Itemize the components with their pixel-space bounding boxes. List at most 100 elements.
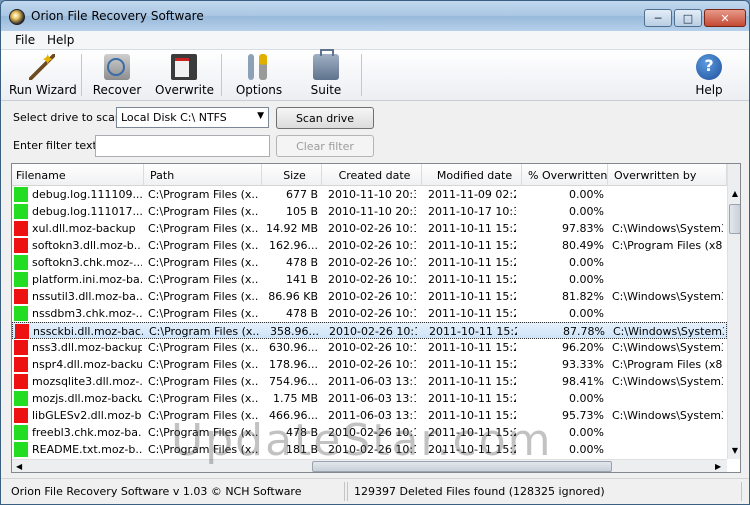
cell-overwritten: 98.41%	[562, 375, 604, 388]
cell-created: 2010-11-10 20:38	[328, 188, 416, 201]
recover-button[interactable]: Recover	[91, 52, 143, 99]
cell-size: 178.96...	[269, 358, 318, 371]
cell-modified: 2011-10-11 15:22	[429, 325, 517, 338]
cell-filename: nssckbi.dll.moz-bac...	[33, 325, 143, 338]
menu-file[interactable]: File	[15, 33, 35, 47]
cell-by: C:\Windows\System32	[612, 341, 723, 354]
status-square-icon	[14, 204, 28, 219]
cell-path: C:\Program Files (x...	[148, 256, 258, 269]
scroll-right-icon[interactable]: ▶	[711, 460, 727, 472]
table-row[interactable]: nssdbm3.chk.moz-... C:\Program Files (x..…	[12, 305, 727, 322]
table-row[interactable]: nspr4.dll.moz-backup C:\Program Files (x.…	[12, 356, 727, 373]
table-row[interactable]: nssutil3.dll.moz-ba... C:\Program Files (…	[12, 288, 727, 305]
cell-created: 2010-02-26 10:11	[328, 426, 416, 439]
table-row[interactable]: mozsqlite3.dll.moz-... C:\Program Files (…	[12, 373, 727, 390]
column-header-created[interactable]: Created date	[322, 164, 422, 186]
column-header-size[interactable]: Size	[262, 164, 322, 186]
cell-path: C:\Program Files (x...	[148, 358, 258, 371]
table-row[interactable]: platform.ini.moz-ba... C:\Program Files (…	[12, 271, 727, 288]
column-header-filename[interactable]: Filename	[12, 164, 144, 186]
scroll-left-icon[interactable]: ◀	[12, 460, 28, 472]
table-row[interactable]: softokn3.chk.moz-... C:\Program Files (x.…	[12, 254, 727, 271]
column-header-modified[interactable]: Modified date	[422, 164, 522, 186]
clear-filter-button[interactable]: Clear filter	[276, 135, 374, 157]
app-window: Orion File Recovery Software ─ □ ✕ File …	[0, 0, 750, 505]
cell-size: 358.96...	[270, 325, 319, 338]
app-icon[interactable]	[9, 9, 25, 25]
close-button[interactable]: ✕	[704, 9, 746, 27]
table-row[interactable]: debug.log.111017.... C:\Program Files (x.…	[12, 203, 727, 220]
cell-by: C:\Windows\System32	[612, 222, 723, 235]
cell-size: 754.96...	[269, 375, 318, 388]
help-question-icon: ?	[696, 54, 722, 80]
vertical-scrollbar[interactable]: ▲ ▼	[727, 164, 740, 459]
scroll-down-icon[interactable]: ▼	[728, 443, 740, 459]
table-row[interactable]: debug.log.111109.... C:\Program Files (x.…	[12, 186, 727, 203]
horizontal-scroll-thumb[interactable]	[312, 461, 612, 472]
column-header-overwritten-by[interactable]: Overwritten by	[608, 164, 727, 186]
overwrite-button[interactable]: Overwrite	[155, 52, 214, 99]
dropdown-arrow-icon[interactable]: ▼	[257, 111, 264, 121]
column-header-path[interactable]: Path	[144, 164, 262, 186]
title-bar[interactable]: Orion File Recovery Software ─ □ ✕	[1, 1, 749, 31]
table-row[interactable]: xul.dll.moz-backup C:\Program Files (x...…	[12, 220, 727, 237]
help-button[interactable]: ? Help	[691, 52, 727, 99]
cell-modified: 2011-10-11 15:22	[428, 239, 516, 252]
cell-modified: 2011-10-11 15:22	[428, 426, 516, 439]
status-square-icon	[15, 324, 29, 339]
horizontal-scrollbar[interactable]: ◀ ▶	[12, 459, 727, 472]
table-row[interactable]: README.txt.moz-b... C:\Program Files (x..…	[12, 441, 727, 458]
table-row[interactable]: freebl3.chk.moz-ba... C:\Program Files (x…	[12, 424, 727, 441]
table-row[interactable]: mozjs.dll.moz-backup C:\Program Files (x.…	[12, 390, 727, 407]
status-square-icon	[14, 357, 28, 372]
deleted-files-list[interactable]: Filename Path Size Created date Modified dat…	[11, 163, 741, 473]
tools-icon	[246, 54, 272, 80]
cell-overwritten: 97.83%	[562, 222, 604, 235]
table-row[interactable]: libGLESv2.dll.moz-b... C:\Program Files (…	[12, 407, 727, 424]
cell-size: 677 B	[285, 188, 318, 201]
status-version: Orion File Recovery Software v 1.03 © NC…	[5, 482, 345, 501]
window-title: Orion File Recovery Software	[31, 9, 204, 23]
scan-drive-button[interactable]: Scan drive	[276, 107, 374, 129]
cell-filename: mozsqlite3.dll.moz-...	[32, 375, 142, 388]
table-row[interactable]: nssckbi.dll.moz-bac... C:\Program Files (…	[12, 322, 727, 339]
cell-size: 14.92 MB	[266, 222, 318, 235]
table-row[interactable]: nss3.dll.moz-backup C:\Program Files (x..…	[12, 339, 727, 356]
cell-size: 141 B	[285, 273, 318, 286]
status-square-icon	[14, 306, 28, 321]
cell-created: 2011-06-03 13:17	[328, 409, 416, 422]
scan-controls: Select drive to scan: Local Disk C:\ NTF…	[1, 102, 749, 160]
cell-overwritten: 0.00%	[569, 273, 604, 286]
cell-modified: 2011-11-09 02:20	[428, 188, 516, 201]
cell-modified: 2011-10-11 15:22	[428, 341, 516, 354]
cell-created: 2010-02-26 10:11	[328, 239, 416, 252]
status-square-icon	[14, 187, 28, 202]
status-square-icon	[14, 289, 28, 304]
cell-modified: 2011-10-11 15:22	[428, 256, 516, 269]
run-wizard-button[interactable]: Run Wizard	[9, 50, 77, 99]
cell-size: 466.96...	[269, 409, 318, 422]
toolbar: Run Wizard Recover Overwrite Options Sui…	[1, 49, 749, 101]
cell-size: 630.96...	[269, 341, 318, 354]
status-square-icon	[14, 272, 28, 287]
table-row[interactable]: softokn3.dll.moz-b... C:\Program Files (x…	[12, 237, 727, 254]
cell-filename: nssutil3.dll.moz-ba...	[32, 290, 142, 303]
menu-help[interactable]: Help	[47, 33, 74, 47]
vertical-scroll-thumb[interactable]	[729, 204, 740, 234]
scroll-up-icon[interactable]: ▲	[728, 186, 740, 202]
drive-select[interactable]: Local Disk C:\ NTFS ▼	[116, 107, 269, 128]
toolbar-separator	[81, 54, 82, 96]
column-header-overwritten[interactable]: % Overwritten	[522, 164, 608, 186]
filter-input[interactable]	[95, 135, 270, 157]
run-wizard-label: Run Wizard	[9, 83, 77, 97]
suite-button[interactable]: Suite	[305, 49, 347, 99]
options-button[interactable]: Options	[235, 52, 283, 99]
cell-path: C:\Program Files (x...	[148, 341, 258, 354]
minimize-button[interactable]: ─	[644, 9, 672, 27]
cell-filename: nss3.dll.moz-backup	[32, 341, 142, 354]
cell-created: 2010-11-10 20:38	[328, 205, 416, 218]
cell-overwritten: 96.20%	[562, 341, 604, 354]
cell-size: 1.75 MB	[272, 392, 318, 405]
cell-filename: README.txt.moz-b...	[32, 443, 142, 456]
maximize-button[interactable]: □	[674, 9, 702, 27]
